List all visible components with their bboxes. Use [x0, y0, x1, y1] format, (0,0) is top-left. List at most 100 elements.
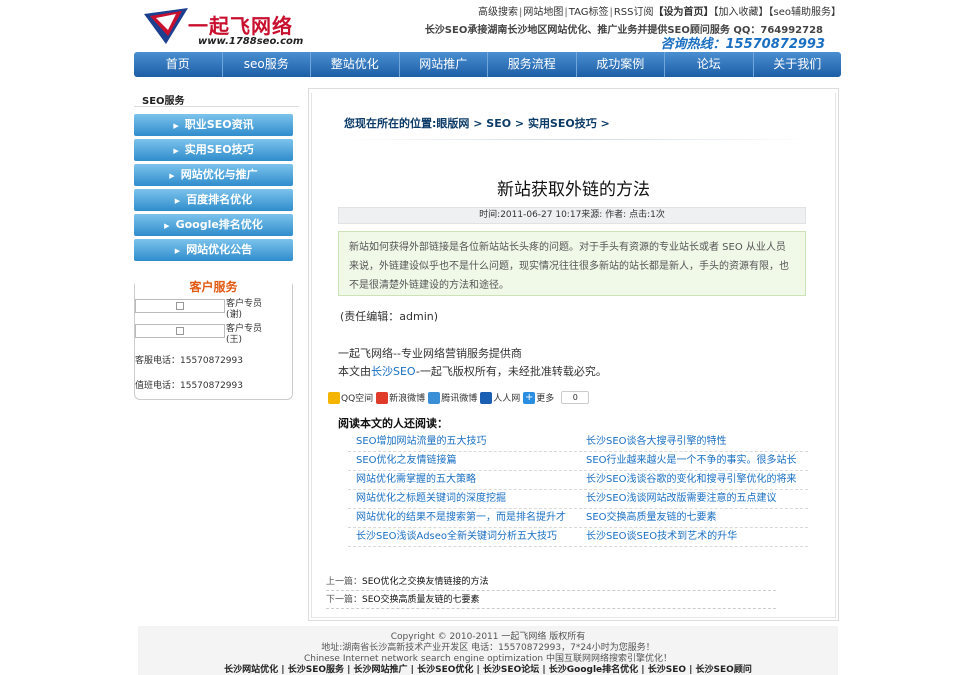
article-summary: 新站如何获得外部链接是各位新站站长头疼的问题。对于手头有资源的专业站长或者 SE…: [338, 231, 806, 296]
breadcrumb[interactable]: 您现在所在的位置:眼版网 > SEO > 实用SEO技巧 >: [344, 115, 610, 131]
share-renren[interactable]: 人人网: [480, 391, 520, 404]
plus-icon: +: [523, 392, 536, 404]
broken-image-icon: [176, 327, 184, 335]
table-row: SEO增加网站流量的五大技巧 长沙SEO谈各大搜寻引擎的特性: [348, 433, 808, 452]
set-homepage-link[interactable]: 【设为首页】: [654, 7, 714, 18]
customer-service-title: 客户服务: [135, 278, 292, 295]
sidebar-item-label: 实用SEO技巧: [184, 143, 254, 156]
footer: Copyright © 2010-2011 一起飞网络 版权所有 地址:湖南省长…: [138, 626, 838, 675]
sidebar-item-seo-tips[interactable]: ▶ 实用SEO技巧: [134, 139, 293, 161]
page-wrapper: 一起飞网络 www.1788seo.com 高级搜索|网站地图|TAG标签|RS…: [134, 0, 841, 675]
related-link[interactable]: 长沙SEO谈SEO技术到艺术的升华: [578, 528, 808, 546]
copyright-note: 本文由长沙SEO-一起飞版权所有，未经批准转载必究。: [338, 363, 607, 379]
cs-rep-row: 客户专员(王): [135, 324, 293, 348]
article-editor: (责任编辑：admin): [340, 310, 439, 323]
qq-chat-button[interactable]: [135, 324, 225, 338]
qzone-icon: [328, 392, 340, 404]
sidebar-divider: [134, 106, 299, 107]
renren-icon: [480, 392, 493, 404]
related-link[interactable]: 长沙SEO浅谈Adseo全新关键词分析五大技巧: [348, 528, 578, 546]
sidebar-item-label: 网站优化与推广: [180, 168, 258, 181]
logo-url: www.1788seo.com: [198, 36, 304, 47]
related-list: SEO增加网站流量的五大技巧 长沙SEO谈各大搜寻引擎的特性 SEO优化之友情链接…: [348, 433, 808, 547]
company-slogan: 一起飞网络--专业网络营销服务提供商: [338, 347, 522, 360]
sidebar-item-optimization[interactable]: ▶ 网站优化与推广: [134, 164, 293, 186]
sidebar-title: SEO服务: [142, 96, 185, 107]
nav-seo-service[interactable]: seo服务: [223, 52, 311, 77]
tencent-weibo-icon: [428, 392, 441, 404]
sidebar-item-google[interactable]: ▶ Google排名优化: [134, 214, 293, 236]
related-link[interactable]: 网站优化之标题关键词的深度挖掘: [348, 490, 578, 508]
logo-plane-icon: [144, 8, 188, 44]
share-weibo[interactable]: 新浪微博: [376, 391, 425, 404]
prev-article: 上一篇：SEO优化之交换友情链接的方法: [326, 573, 776, 591]
cs-rep-row: 客户专员(谢): [135, 299, 293, 323]
customer-service-box: 客户服务 客户专员(谢) 客户专员(王) 客服电话：15570872993 值班…: [134, 278, 293, 400]
nav-cases[interactable]: 成功案例: [577, 52, 665, 77]
arrow-right-icon: ▶: [173, 122, 179, 130]
share-label: 人人网: [493, 394, 521, 404]
logo-text: 一起飞网络: [188, 14, 293, 38]
arrow-right-icon: ▶: [174, 247, 181, 255]
sidebar-item-label: Google排名优化: [175, 218, 263, 231]
related-link[interactable]: SEO增加网站流量的五大技巧: [348, 433, 578, 451]
cs-rep-label: 客户专员(谢): [226, 299, 263, 320]
related-link[interactable]: 长沙SEO谈各大搜寻引擎的特性: [578, 433, 808, 451]
table-row: 网站优化之标题关键词的深度挖掘 长沙SEO浅谈网站改版需要注意的五点建议: [348, 490, 808, 509]
sitemap-link[interactable]: 网站地图: [523, 7, 563, 18]
share-bar: QQ空间 新浪微博 腾讯微博 人人网 + 更多 0: [328, 391, 590, 404]
share-label: QQ空间: [341, 394, 374, 404]
article-title: 新站获取外链的方法: [497, 180, 650, 200]
related-link[interactable]: 长沙SEO浅谈谷歌的变化和搜寻引擎优化的将来: [578, 471, 808, 489]
service-phone: 客服电话：15570872993: [135, 356, 243, 366]
next-article: 下一篇：SEO交换高质量友链的七要素: [326, 591, 776, 609]
footer-address: 地址:湖南省长沙高新技术产业开发区 电话：15570872993，7*24小时为…: [321, 643, 655, 653]
seo-tools-link[interactable]: 【seo辅助服务】: [769, 7, 841, 18]
sidebar-item-label: 网站优化公告: [186, 243, 253, 256]
sidebar-menu: ▶ 职业SEO资讯 ▶ 实用SEO技巧 ▶ 网站优化与推广 ▶ 百度排名优化 ▶ Goog…: [134, 114, 293, 264]
sidebar-item-seo-news[interactable]: ▶ 职业SEO资讯: [134, 114, 293, 136]
share-tencent-weibo[interactable]: 腾讯微博: [428, 391, 477, 404]
copyright-prefix: 本文由: [338, 365, 371, 378]
article-inner: 您现在所在的位置:眼版网 > SEO > 实用SEO技巧 > 新站获取外链的方法…: [311, 93, 836, 618]
nav-forum[interactable]: 论坛: [665, 52, 754, 77]
next-label: 下一篇：: [326, 595, 363, 605]
nav-promotion[interactable]: 网站推广: [400, 52, 488, 77]
sidebar-item-label: 百度排名优化: [186, 193, 253, 206]
related-link[interactable]: 网站优化需掌握的五大策略: [348, 471, 578, 489]
prev-article-link[interactable]: SEO优化之交换友情链接的方法: [362, 577, 488, 587]
nav-site-optimization[interactable]: 整站优化: [311, 52, 400, 77]
share-qzone[interactable]: QQ空间: [328, 391, 373, 404]
next-article-link[interactable]: SEO交换高质量友链的七要素: [362, 595, 479, 605]
related-link[interactable]: SEO交换高质量友链的七要素: [578, 509, 808, 527]
site-logo[interactable]: 一起飞网络 www.1788seo.com: [142, 6, 303, 47]
broken-image-icon: [176, 302, 184, 310]
weibo-icon: [376, 392, 389, 404]
nav-process[interactable]: 服务流程: [488, 52, 577, 77]
related-link[interactable]: 长沙SEO浅谈网站改版需要注意的五点建议: [578, 490, 808, 508]
qq-chat-button[interactable]: [135, 299, 225, 313]
nav-about[interactable]: 关于我们: [754, 52, 842, 77]
share-label: 新浪微博: [389, 394, 426, 404]
article-panel: 您现在所在的位置:眼版网 > SEO > 实用SEO技巧 > 新站获取外链的方法…: [308, 88, 839, 621]
rss-link[interactable]: RSS订阅: [614, 7, 654, 18]
footer-links[interactable]: 长沙网站优化 | 长沙SEO服务 | 长沙网站推广 | 长沙SEO优化 | 长沙…: [138, 665, 838, 675]
share-more[interactable]: + 更多: [523, 391, 554, 404]
arrow-right-icon: ▶: [173, 147, 179, 155]
arrow-right-icon: ▶: [169, 172, 175, 180]
related-link[interactable]: SEO优化之友情链接篇: [348, 452, 578, 470]
sidebar-item-baidu[interactable]: ▶ 百度排名优化: [134, 189, 293, 211]
changsha-seo-link[interactable]: 长沙SEO: [371, 365, 416, 378]
table-row: SEO优化之友情链接篇 SEO行业越来越火是一个不争的事实。很多站长: [348, 452, 808, 471]
tag-link[interactable]: TAG标签: [569, 7, 609, 18]
add-favorite-link[interactable]: 【加入收藏】: [714, 7, 769, 18]
nav-home[interactable]: 首页: [134, 52, 223, 77]
footer-english: Chinese Internet network search engine o…: [304, 654, 672, 664]
related-link[interactable]: 网站优化的结果不是搜索第一，而是排名提升才: [348, 509, 578, 527]
top-links: 高级搜索|网站地图|TAG标签|RSS订阅【设为首页】【加入收藏】【seo辅助服…: [477, 7, 841, 18]
related-link[interactable]: SEO行业越来越火是一个不争的事实。很多站长: [578, 452, 808, 470]
sidebar-item-announcements[interactable]: ▶ 网站优化公告: [134, 239, 293, 261]
advanced-search-link[interactable]: 高级搜索: [478, 7, 518, 18]
cs-rep-label: 客户专员(王): [226, 324, 263, 345]
main-nav: 首页 seo服务 整站优化 网站推广 服务流程 成功案例 论坛 关于我们: [134, 52, 841, 77]
